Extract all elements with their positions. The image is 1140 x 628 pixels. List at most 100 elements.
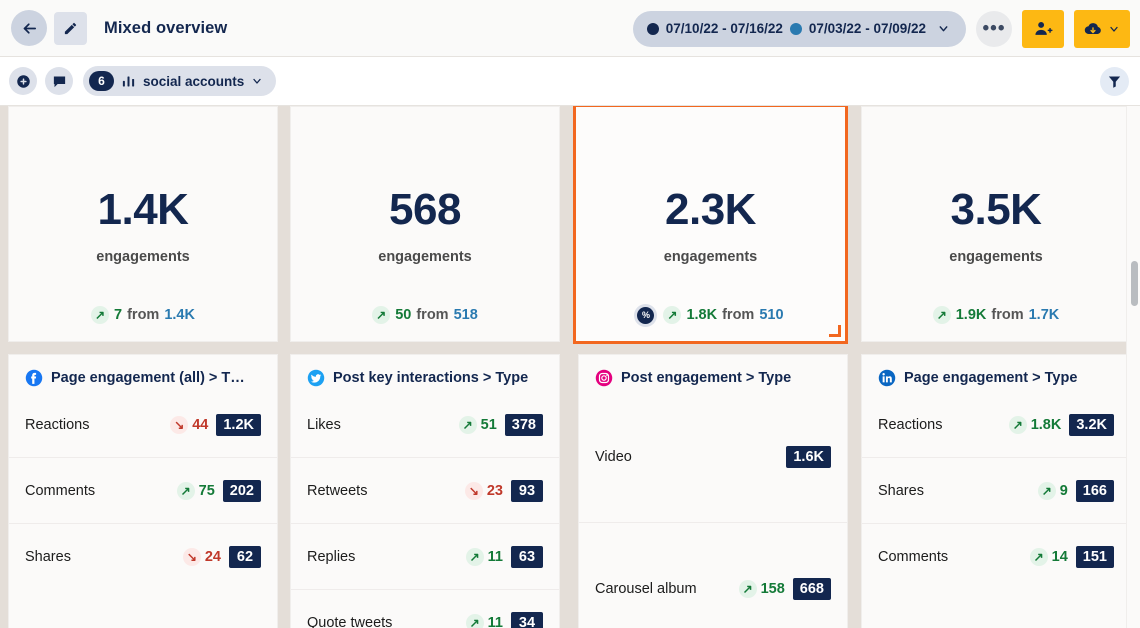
kpi-from-label: from [722,307,754,323]
twitter-icon [307,369,325,387]
social-accounts-label: social accounts [143,74,244,89]
row-delta-value: 11 [488,549,503,565]
table-row[interactable]: Reactions ↘ 44 1.2K [9,392,277,458]
dashboard-toolbar: 6 social accounts [0,57,1140,106]
comments-button[interactable] [45,67,73,95]
row-label: Comments [25,483,177,499]
row-value: 3.2K [1069,414,1114,436]
pencil-icon [63,21,78,36]
kpi-from-label: from [991,307,1023,323]
resize-handle[interactable] [829,325,841,337]
row-delta: ↗ 14 [1030,548,1068,566]
table-row[interactable]: Comments ↗ 75 202 [9,458,277,524]
table-row[interactable]: Carousel album ↗ 158 668 [579,523,847,628]
widget-title: Post key interactions > Type [333,370,528,386]
kpi-label: engagements [378,249,471,265]
trend-up-icon: ↗ [933,306,951,324]
row-delta: ↗ 51 [459,416,497,434]
dashboard-canvas: 1.4K engagements ↗ 7 from 1.4K 568 engag… [0,106,1140,628]
table-row[interactable]: Comments ↗ 14 151 [862,524,1130,590]
row-label: Carousel album [595,581,739,597]
trend-up-icon: ↗ [459,416,477,434]
trend-up-icon: ↗ [1038,482,1056,500]
widget-title: Page engagement (all) > T… [51,370,245,386]
page-title: Mixed overview [104,19,227,38]
widget-rows: Reactions ↘ 44 1.2K Comments ↗ 75 202 [9,392,277,590]
filter-button[interactable] [1100,67,1129,96]
widget-card-linkedin[interactable]: Page engagement > Type Reactions ↗ 1.8K … [861,354,1131,628]
row-delta-value: 11 [488,615,503,628]
row-value: 378 [505,414,543,436]
table-row[interactable]: Shares ↗ 9 166 [862,458,1130,524]
date-range-selector[interactable]: 07/10/22 - 07/16/22 07/03/22 - 07/09/22 [633,11,966,47]
row-label: Comments [878,549,1030,565]
percent-badge-icon: % [637,307,654,324]
widget-card-instagram[interactable]: Post engagement > Type Video 1.6K Carous… [578,354,848,628]
kpi-card-4[interactable]: 3.5K engagements ↗ 1.9K from 1.7K [861,106,1131,342]
kpi-card-3[interactable]: 2.3K engagements % ↗ 1.8K from 510 [573,106,848,344]
edit-title-button[interactable] [54,12,87,45]
row-value: 1.6K [786,446,831,468]
social-accounts-filter-chip[interactable]: 6 social accounts [83,66,276,96]
instagram-icon [595,369,613,387]
trend-up-icon: ↗ [372,306,390,324]
compare-range-dot [790,23,802,35]
trend-up-icon: ↗ [466,548,484,566]
back-button[interactable] [11,10,47,46]
widget-card-twitter[interactable]: Post key interactions > Type Likes ↗ 51 … [290,354,560,628]
kpi-card-1[interactable]: 1.4K engagements ↗ 7 from 1.4K [8,106,278,342]
add-user-icon [1034,19,1053,38]
kpi-from-label: from [127,307,159,323]
widget-title: Page engagement > Type [904,370,1077,386]
add-widget-button[interactable] [9,67,37,95]
trend-up-icon: ↗ [663,306,681,324]
filter-icon [1107,74,1122,89]
kpi-delta-value: 7 [114,307,122,323]
trend-down-icon: ↘ [183,548,201,566]
dashboard-app: Mixed overview 07/10/22 - 07/16/22 07/03… [0,0,1140,628]
kpi-value: 2.3K [665,188,756,232]
row-delta-value: 75 [199,483,215,499]
trend-up-icon: ↗ [177,482,195,500]
kpi-previous-value: 1.4K [164,307,195,323]
linkedin-icon [878,369,896,387]
bar-chart-icon [121,74,136,89]
primary-range-dot [647,23,659,35]
table-row[interactable]: Video 1.6K [579,392,847,523]
row-delta: ↗ 75 [177,482,215,500]
kpi-delta-value: 50 [395,307,411,323]
arrow-left-icon [21,20,38,37]
trend-up-icon: ↗ [1030,548,1048,566]
primary-range-label: 07/10/22 - 07/16/22 [666,21,783,36]
kpi-delta: ↗ 1.9K from 1.7K [933,306,1060,324]
add-widget-icon [16,74,31,89]
table-row[interactable]: Retweets ↘ 23 93 [291,458,559,524]
table-row[interactable]: Quote tweets ↗ 11 34 [291,590,559,628]
compare-range-label: 07/03/22 - 07/09/22 [809,21,926,36]
social-accounts-count: 6 [89,71,114,91]
kpi-value: 568 [389,188,461,232]
header-actions: 07/10/22 - 07/16/22 07/03/22 - 07/09/22 … [633,0,1130,57]
row-delta: ↘ 44 [170,416,208,434]
chevron-down-icon [1108,23,1120,35]
table-row[interactable]: Shares ↘ 24 62 [9,524,277,590]
table-row[interactable]: Reactions ↗ 1.8K 3.2K [862,392,1130,458]
vertical-scrollbar-track[interactable] [1126,106,1140,628]
vertical-scrollbar-thumb[interactable] [1131,261,1138,306]
kpi-delta-value: 1.9K [956,307,987,323]
table-row[interactable]: Replies ↗ 11 63 [291,524,559,590]
row-label: Replies [307,549,466,565]
more-options-button[interactable]: ••• [976,11,1012,47]
table-row[interactable]: Likes ↗ 51 378 [291,392,559,458]
facebook-icon [25,369,43,387]
row-label: Quote tweets [307,615,466,628]
row-label: Shares [25,549,183,565]
widget-title-row: Page engagement > Type [862,355,1130,387]
kpi-card-2[interactable]: 568 engagements ↗ 50 from 518 [290,106,560,342]
add-user-button[interactable] [1022,10,1064,48]
export-button[interactable] [1074,10,1130,48]
row-label: Reactions [25,417,170,433]
kpi-value: 1.4K [98,188,189,232]
row-delta-value: 1.8K [1031,417,1062,433]
widget-card-facebook[interactable]: Page engagement (all) > T… Reactions ↘ 4… [8,354,278,628]
